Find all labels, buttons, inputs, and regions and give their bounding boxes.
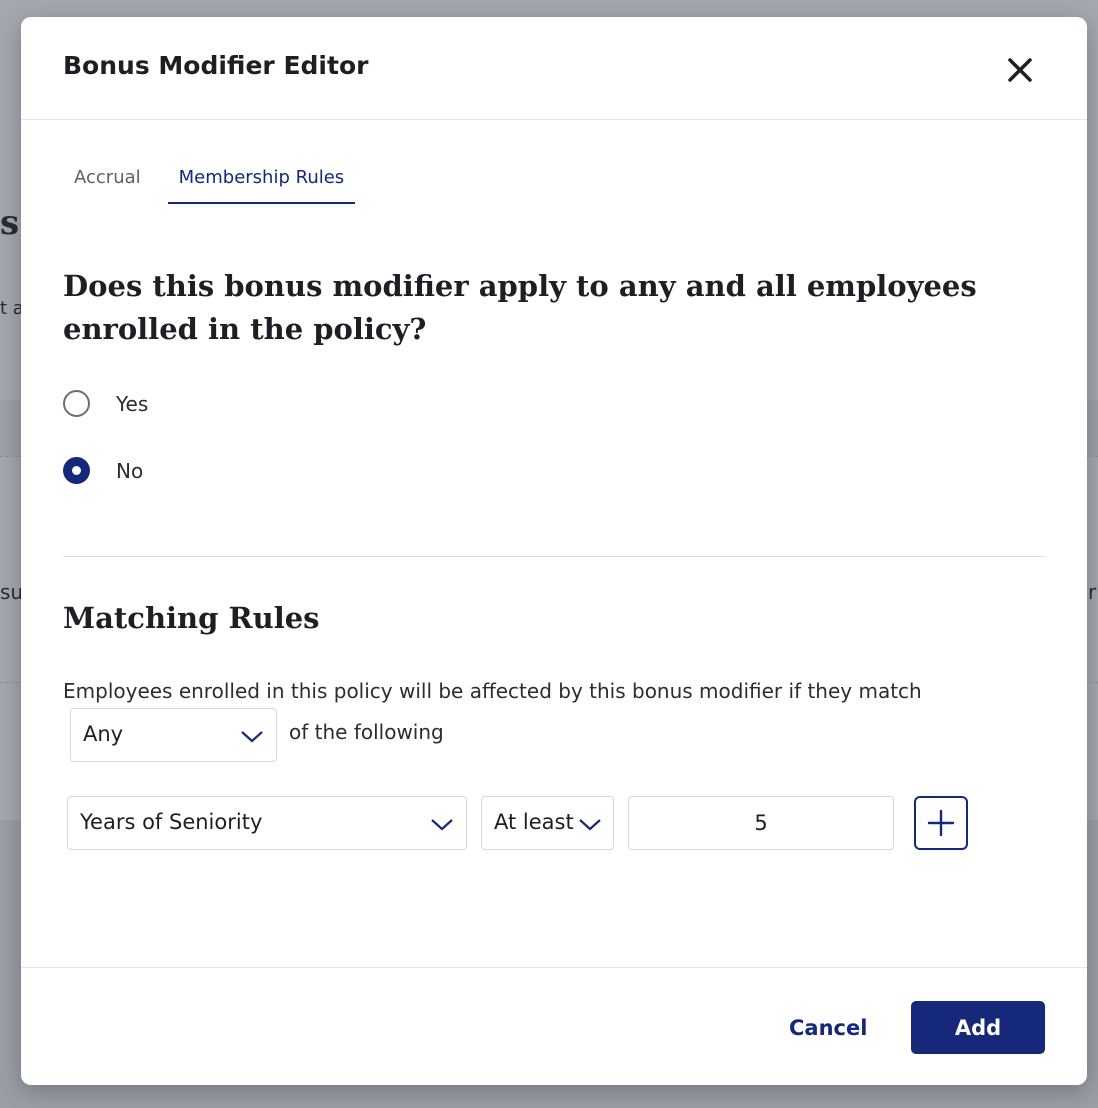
rule-operator-value: At least [494, 810, 574, 834]
chevron-down-icon [579, 819, 601, 831]
background-text-fragment: r [1088, 580, 1097, 604]
radio-option-yes[interactable]: Yes [63, 390, 148, 417]
match-type-value: Any [83, 722, 124, 746]
cancel-button[interactable]: Cancel [789, 1016, 867, 1040]
dialog-footer: Cancel Add [21, 967, 1087, 1085]
tab-accrual[interactable]: Accrual [63, 161, 152, 204]
matching-rules-description: Employees enrolled in this policy will b… [63, 679, 922, 703]
dialog-header: Bonus Modifier Editor [21, 17, 1087, 120]
close-button[interactable] [1003, 53, 1037, 87]
section-divider [63, 556, 1045, 557]
rule-field-select[interactable]: Years of Seniority [67, 796, 467, 850]
radio-label-no: No [116, 458, 144, 483]
match-type-select[interactable]: Any [70, 708, 277, 762]
radio-no[interactable] [63, 457, 90, 484]
plus-icon [927, 809, 955, 837]
add-rule-button[interactable] [914, 796, 968, 850]
rule-value-input[interactable] [628, 796, 894, 850]
radio-label-yes: Yes [116, 391, 149, 416]
matching-rules-title: Matching Rules [63, 601, 320, 635]
radio-yes[interactable] [63, 390, 90, 417]
background-text-fragment: s [0, 203, 20, 243]
tab-membership-rules[interactable]: Membership Rules [167, 161, 356, 204]
chevron-down-icon [431, 819, 453, 831]
close-icon [1008, 58, 1032, 82]
apply-all-question: Does this bonus modifier apply to any an… [63, 269, 977, 346]
dialog-title: Bonus Modifier Editor [63, 51, 369, 80]
rule-field-value: Years of Seniority [80, 810, 263, 834]
chevron-down-icon [241, 731, 263, 743]
background-text-fragment: su [0, 580, 24, 604]
radio-option-no[interactable]: No [63, 457, 143, 484]
match-suffix: of the following [289, 720, 444, 744]
tab-bar: Accrual Membership Rules [63, 161, 356, 205]
bonus-modifier-dialog: Bonus Modifier Editor Accrual Membership… [21, 17, 1087, 1085]
add-button[interactable]: Add [911, 1001, 1045, 1054]
rule-operator-select[interactable]: At least [481, 796, 614, 850]
